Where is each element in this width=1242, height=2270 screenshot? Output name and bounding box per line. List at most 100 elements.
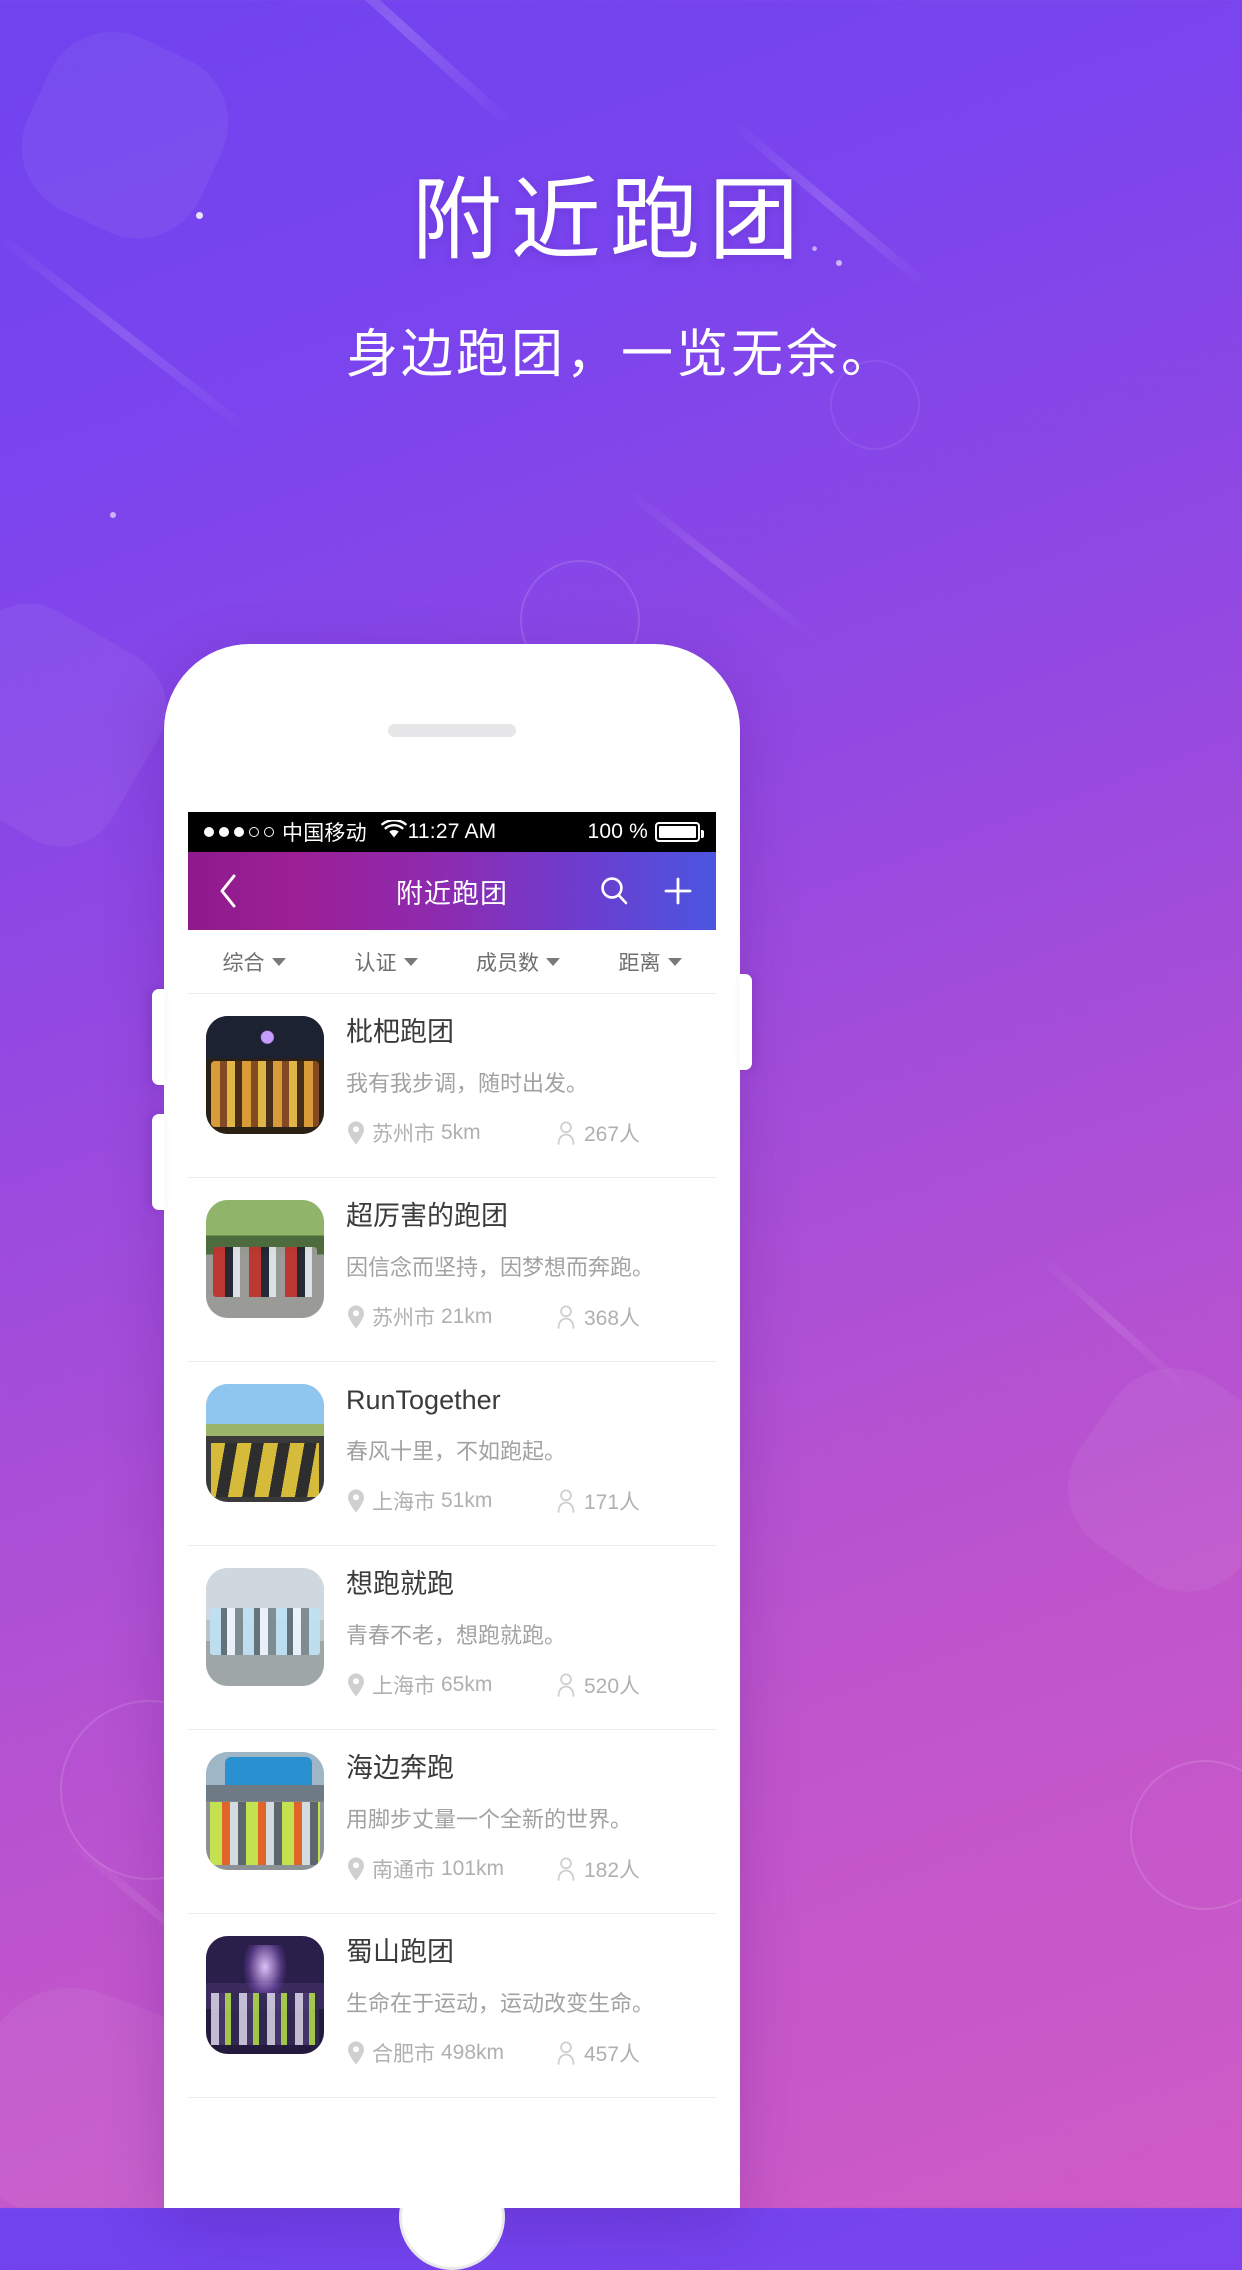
person-icon [557,1121,575,1146]
team-meta: 南通市 101km 182人 [346,1854,700,1884]
map-pin-icon [348,1673,364,1697]
seaside-race-photo [206,1752,324,1870]
team-members: 267人 [556,1118,640,1148]
chevron-down-icon [403,957,418,966]
table-row[interactable]: RunTogether 春风十里，不如跑起。 上海市 51km 171人 [188,1362,716,1546]
team-distance: 21km [441,1305,493,1329]
map-pin-icon [348,1305,364,1329]
map-pin-icon [348,1121,364,1145]
team-name: RunTogether [346,1385,501,1415]
team-slogan: 我有我步调，随时出发。 [346,1071,589,1097]
team-city: 合肥市 [372,2043,435,2067]
table-row[interactable]: 想跑就跑 青春不老，想跑就跑。 上海市 65km 520人 [188,1546,716,1730]
filter-comprehensive[interactable]: 综合 [188,947,320,977]
team-thumbnail [206,1752,324,1870]
title-dot: · [807,225,831,271]
team-thumbnail [206,1568,324,1686]
person-icon [557,1673,575,1698]
team-member-count: 171人 [584,1491,641,1515]
team-info: RunTogether 春风十里，不如跑起。 上海市 51km 171人 [346,1380,700,1529]
team-name: 枇杷跑团 [346,1017,454,1047]
team-city: 上海市 [372,1675,435,1699]
page-title-text: 附近跑团 [411,172,808,271]
runtogether-poster-photo [206,1384,324,1502]
team-member-count: 520人 [584,1675,641,1699]
team-thumbnail [206,1200,324,1318]
carrier-label: 中国移动 [282,822,367,845]
table-row[interactable]: 海边奔跑 用脚步丈量一个全新的世界。 南通市 101km 182人 [188,1730,716,1914]
team-info: 超厉害的跑团 因信念而坚持，因梦想而奔跑。 苏州市 21km 368人 [346,1196,700,1345]
deco-dot [110,512,116,518]
team-thumbnail [206,1384,324,1502]
team-info: 蜀山跑团 生命在于运动，运动改变生命。 合肥市 498km 457人 [346,1932,700,2081]
filter-certification[interactable]: 认证 [320,947,452,977]
team-thumbnail [206,1936,324,2054]
power-button[interactable] [739,974,752,1070]
team-meta: 苏州市 21km 368人 [346,1302,700,1332]
table-row[interactable]: 超厉害的跑团 因信念而坚持，因梦想而奔跑。 苏州市 21km 368人 [188,1178,716,1362]
filter-label: 距离 [618,951,661,975]
table-row[interactable]: 蜀山跑团 生命在于运动，运动改变生命。 合肥市 498km 457人 [188,1914,716,2098]
table-row[interactable]: 枇杷跑团 我有我步调，随时出发。 苏州市 5km 267人 [188,994,716,1178]
filter-member-count[interactable]: 成员数 [452,947,584,977]
plus-icon [664,877,692,905]
team-distance: 5km [441,1121,481,1145]
team-distance: 498km [441,2041,505,2065]
team-slogan: 用脚步丈量一个全新的世界。 [346,1807,633,1833]
phone-mockup: 中国移动 11:27 AM 100 % 附近跑团 综合 认证 成员数 距离 枇杷… [152,644,752,2270]
chevron-down-icon [546,957,560,966]
person-icon [557,2041,575,2066]
add-team-button[interactable] [658,871,698,911]
city-runners-photo [206,1568,324,1686]
team-meta: 苏州市 5km 267人 [346,1118,700,1148]
navbar-actions [594,871,698,911]
deco-streak [622,486,818,642]
volume-down-button[interactable] [152,1114,165,1210]
table-row[interactable] [188,2098,716,2158]
team-location: 苏州市 5km [346,1118,556,1148]
team-name: 想跑就跑 [346,1569,454,1599]
volume-up-button[interactable] [152,989,165,1085]
team-members: 457人 [556,2038,640,2068]
team-member-count: 267人 [584,1123,641,1147]
phone-speaker [388,724,516,737]
team-location: 上海市 65km [346,1670,556,1700]
team-city: 上海市 [372,1491,435,1515]
team-city: 苏州市 [372,1123,435,1147]
team-location: 苏州市 21km [346,1302,556,1332]
team-info: 海边奔跑 用脚步丈量一个全新的世界。 南通市 101km 182人 [346,1748,700,1897]
team-members: 171人 [556,1486,640,1516]
team-name: 海边奔跑 [346,1753,454,1783]
team-name: 蜀山跑团 [346,1937,454,1967]
team-member-count: 182人 [584,1859,641,1883]
deco-blob [0,581,189,869]
team-name: 超厉害的跑团 [346,1201,508,1231]
crowd-night-photo [206,1016,324,1134]
signal-strength-icon [204,827,274,837]
team-distance: 51km [441,1489,493,1513]
road-green-photo [206,1200,324,1318]
team-slogan: 青春不老，想跑就跑。 [346,1623,567,1649]
wifi-icon [381,818,407,845]
page-title: 附近跑团· [0,172,1242,271]
hero-section: 附近跑团· 身边跑团，一览无余。 [0,0,1242,387]
team-members: 520人 [556,1670,640,1700]
map-pin-icon [348,1857,364,1881]
battery-percent-label: 100 % [587,820,648,843]
status-bar: 中国移动 11:27 AM 100 % [188,812,716,852]
page-subtitle: 身边跑团，一览无余。 [345,326,896,384]
team-location: 上海市 51km [346,1486,556,1516]
back-button[interactable] [206,869,250,913]
search-icon [601,877,628,905]
team-list: 枇杷跑团 我有我步调，随时出发。 苏州市 5km 267人 超厉害的跑团 因信念… [188,994,716,2158]
search-button[interactable] [594,871,634,911]
team-info: 枇杷跑团 我有我步调，随时出发。 苏州市 5km 267人 [346,1012,700,1161]
team-info: 想跑就跑 青春不老，想跑就跑。 上海市 65km 520人 [346,1564,700,1713]
team-city: 苏州市 [372,1307,435,1331]
filter-distance[interactable]: 距离 [584,947,716,977]
status-bar-right: 100 % [496,820,704,844]
deco-blob [1040,1340,1242,1620]
team-member-count: 368人 [584,1307,641,1331]
team-meta: 合肥市 498km 457人 [346,2038,700,2068]
chevron-down-icon [271,957,286,966]
